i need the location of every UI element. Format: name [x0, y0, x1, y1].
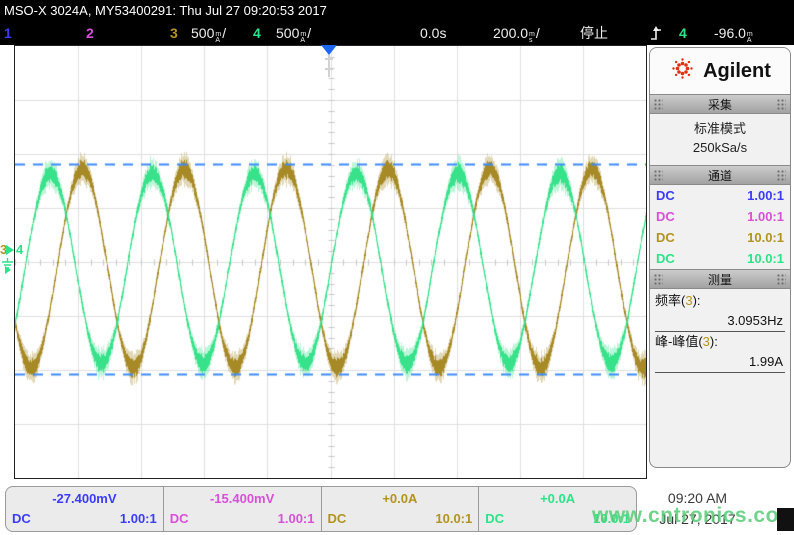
waveform-display — [14, 45, 647, 479]
probe-ratio: 10.0:1 — [747, 228, 784, 247]
channel-4-scale[interactable]: 500mA/ — [276, 21, 311, 45]
grip-icon — [777, 274, 786, 285]
channels-panel-body: DC 1.00:1 DC 1.00:1 DC 10.0:1 DC 10.0:1 — [650, 185, 790, 269]
title-bar: MSO-X 3024A, MY53400291: Thu Jul 27 09:2… — [0, 0, 794, 21]
bottom-channel-bar: -27.400mV DC 1.00:1 -15.400mV DC 1.00:1 +0… — [5, 486, 637, 532]
probe-ratio: 10.0:1 — [747, 249, 784, 268]
measurement-frequency-label: 频率(3): — [655, 291, 785, 311]
acquire-mode: 标准模式 — [650, 119, 790, 138]
probe-ratio: 10.0:1 — [435, 509, 472, 529]
acquire-panel-header[interactable]: 采集 — [650, 94, 790, 114]
probe-ratio: 1.00:1 — [278, 509, 315, 529]
coupling-label: DC — [656, 207, 675, 226]
trigger-edge-icon[interactable] — [648, 25, 663, 49]
grip-icon — [777, 99, 786, 110]
timebase-setting[interactable]: 200.0ms/ — [493, 21, 540, 45]
measurement-frequency-value: 3.0953Hz — [655, 311, 785, 332]
coupling-label: DC — [485, 509, 504, 529]
run-state[interactable]: 停止 — [580, 21, 608, 45]
channel-1-indicator[interactable]: 1 — [4, 21, 12, 45]
trigger-position-marker[interactable] — [321, 45, 337, 55]
channel-2-indicator[interactable]: 2 — [86, 21, 94, 45]
channel-1-status-cell[interactable]: -27.400mV DC 1.00:1 — [6, 487, 164, 531]
probe-ratio: 1.00:1 — [120, 509, 157, 529]
channel-3-settings-row[interactable]: DC 10.0:1 — [650, 227, 790, 248]
measurement-peak-to-peak-label: 峰-峰值(3): — [655, 332, 785, 352]
channels-panel-header[interactable]: 通道 — [650, 165, 790, 185]
waveform-canvas — [15, 46, 646, 478]
channel-offset-value: -27.400mV — [12, 489, 157, 509]
brand-header: Agilent — [650, 48, 790, 94]
instrument-title: MSO-X 3024A, MY53400291: Thu Jul 27 09:2… — [4, 3, 327, 18]
acquire-panel-title: 采集 — [708, 96, 732, 113]
grip-icon — [654, 170, 663, 181]
status-bar: 1 2 3 500mA/ 4 500mA/ 0.0s 200.0ms/ 停止 4… — [0, 21, 794, 45]
coupling-label: DC — [328, 509, 347, 529]
trigger-position-stem — [328, 55, 330, 77]
channel-4-level-arrow-icon — [5, 266, 11, 274]
channel-4-ground-arrow-icon — [6, 245, 14, 255]
measure-panel-header[interactable]: 测量 — [650, 269, 790, 289]
channel-4-indicator[interactable]: 4 — [253, 21, 261, 45]
probe-ratio: 1.00:1 — [747, 186, 784, 205]
channel-offset-value: -15.400mV — [170, 489, 315, 509]
agilent-logo-icon — [669, 55, 696, 87]
coupling-label: DC — [656, 186, 675, 205]
measurement-peak-to-peak-value: 1.99A — [655, 352, 785, 373]
trigger-source[interactable]: 4 — [679, 21, 687, 45]
black-block — [777, 508, 794, 531]
grip-icon — [654, 274, 663, 285]
watermark: www.cntronics.com — [592, 504, 794, 528]
grip-icon — [654, 99, 663, 110]
trigger-level[interactable]: -96.0mA — [714, 21, 754, 45]
channel-3-scale[interactable]: 500mA/ — [191, 21, 226, 45]
channel-1-settings-row[interactable]: DC 1.00:1 — [650, 185, 790, 206]
measure-panel-title: 测量 — [708, 271, 732, 288]
channels-panel-title: 通道 — [708, 167, 732, 184]
channel-4-ground-marker[interactable]: 4 — [16, 243, 23, 256]
probe-ratio: 1.00:1 — [747, 207, 784, 226]
channel-offset-value: +0.0A — [328, 489, 473, 509]
measure-panel-body: 频率(3): 3.0953Hz 峰-峰值(3): 1.99A — [650, 289, 790, 373]
sample-rate: 250kSa/s — [650, 138, 790, 157]
channel-3-status-cell[interactable]: +0.0A DC 10.0:1 — [322, 487, 480, 531]
grip-icon — [777, 170, 786, 181]
channel-3-indicator[interactable]: 3 — [170, 21, 178, 45]
channel-2-status-cell[interactable]: -15.400mV DC 1.00:1 — [164, 487, 322, 531]
sidebar: Agilent 采集 标准模式 250kSa/s 通道 DC 1.00:1 DC… — [649, 47, 791, 468]
brand-name: Agilent — [703, 60, 771, 83]
coupling-label: DC — [656, 228, 675, 247]
coupling-label: DC — [12, 509, 31, 529]
horizontal-delay[interactable]: 0.0s — [420, 21, 446, 45]
channel-4-settings-row[interactable]: DC 10.0:1 — [650, 248, 790, 269]
channel-2-settings-row[interactable]: DC 1.00:1 — [650, 206, 790, 227]
coupling-label: DC — [170, 509, 189, 529]
acquire-panel-body: 标准模式 250kSa/s — [650, 114, 790, 165]
coupling-label: DC — [656, 249, 675, 268]
